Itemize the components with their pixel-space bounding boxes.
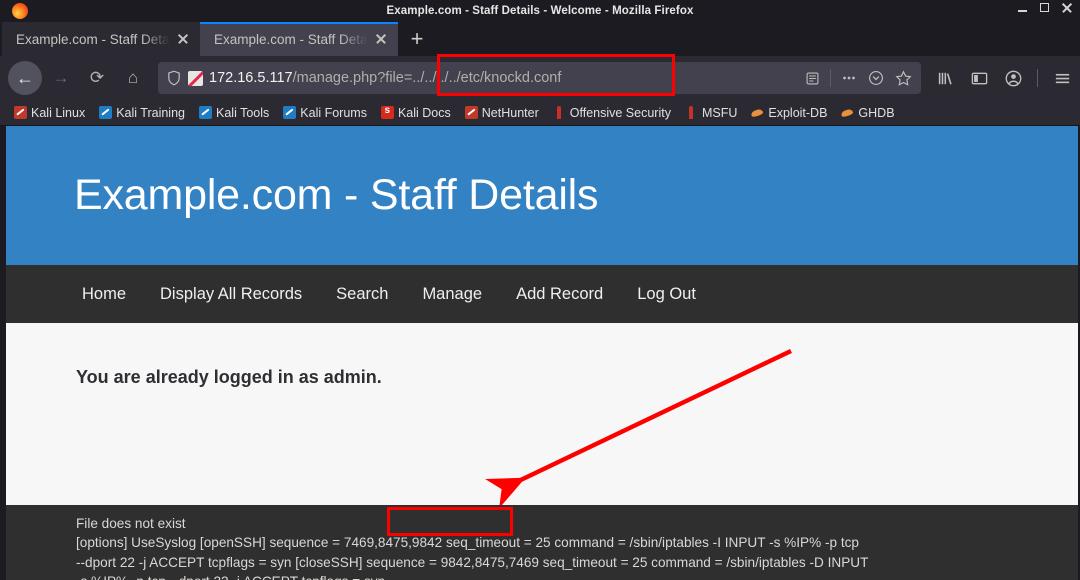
- offensive-security-icon: [553, 106, 566, 119]
- page-actions-icon[interactable]: [840, 69, 858, 87]
- home-button[interactable]: ⌂: [116, 61, 150, 95]
- kali-docs-icon: [380, 105, 394, 119]
- bookmark-nethunter[interactable]: NetHunter: [464, 105, 539, 120]
- kali-forums-icon: [283, 106, 297, 119]
- nav-link-search[interactable]: Search: [336, 285, 388, 304]
- page-viewport: Example.com - Staff Details Home Display…: [0, 126, 1080, 580]
- login-status-message: You are already logged in as admin.: [76, 367, 382, 387]
- star-icon[interactable]: [894, 69, 912, 87]
- nav-link-add-record[interactable]: Add Record: [516, 285, 603, 304]
- bookmark-kali-training[interactable]: Kali Training: [99, 106, 185, 120]
- browser-tab-2[interactable]: Example.com - Staff Details: [200, 22, 398, 56]
- url-host: 172.16.5.117: [209, 70, 293, 86]
- nethunter-icon: [464, 106, 478, 119]
- navigation-toolbar: ← → ⟳ ⌂ 172.16.5.117/manage.php?file=../…: [0, 56, 1080, 100]
- firefox-logo-icon: [12, 3, 28, 19]
- ghdb-icon: [841, 106, 854, 119]
- bookmark-label: GHDB: [858, 105, 895, 120]
- nav-link-manage[interactable]: Manage: [422, 285, 482, 304]
- tab-label: Example.com - Staff Details: [16, 31, 170, 47]
- exploit-db-icon: [751, 106, 764, 119]
- url-path: /manage.php?file=../../../../etc/knockd.…: [292, 70, 562, 86]
- bookmark-label: Exploit-DB: [768, 105, 828, 120]
- page-content: You are already logged in as admin.: [6, 323, 1078, 505]
- output-line: --dport 22 -j ACCEPT tcpflags = syn [clo…: [76, 554, 869, 570]
- browser-tab-1[interactable]: Example.com - Staff Details: [2, 22, 200, 56]
- output-line: File does not exist: [76, 516, 186, 531]
- address-bar[interactable]: 172.16.5.117/manage.php?file=../../../..…: [158, 62, 921, 94]
- tab-close-icon[interactable]: [174, 30, 192, 48]
- tab-label: Example.com - Staff Details: [214, 31, 368, 47]
- close-icon[interactable]: [1061, 2, 1072, 13]
- toolbar-divider: [830, 69, 831, 87]
- page-title: Example.com - Staff Details: [74, 171, 599, 219]
- file-output-panel: File does not exist [options] UseSyslog …: [6, 505, 1078, 580]
- bookmark-offensive-security[interactable]: Offensive Security: [553, 106, 671, 120]
- browser-window: Example.com - Staff Details - Welcome - …: [0, 0, 1080, 580]
- site-header: Example.com - Staff Details: [6, 126, 1078, 265]
- bookmark-label: Kali Forums: [300, 105, 367, 120]
- bookmark-exploit-db[interactable]: Exploit-DB: [751, 106, 827, 120]
- bookmark-kali-linux[interactable]: Kali Linux: [14, 106, 85, 120]
- address-bar-wrapper: 172.16.5.117/manage.php?file=../../../..…: [158, 62, 921, 94]
- reload-button[interactable]: ⟳: [80, 61, 114, 95]
- url-text: 172.16.5.117/manage.php?file=../../../..…: [209, 70, 797, 86]
- bookmark-msfu[interactable]: MSFU: [685, 106, 737, 120]
- bookmark-label: Kali Tools: [216, 105, 270, 120]
- bookmark-label: Kali Docs: [397, 105, 451, 120]
- bookmarks-bar: Kali Linux Kali Training Kali Tools Kali…: [0, 100, 1080, 126]
- nav-link-log-out[interactable]: Log Out: [637, 285, 696, 304]
- address-bar-actions: [803, 69, 915, 87]
- output-line: -s %IP% -p tcp --dport 22 -j ACCEPT tcpf…: [76, 572, 1078, 580]
- kali-training-icon: [99, 106, 113, 119]
- window-title: Example.com - Staff Details - Welcome - …: [386, 5, 694, 17]
- tab-close-icon[interactable]: [372, 30, 390, 48]
- bookmark-label: MSFU: [701, 105, 738, 120]
- msfu-icon: [685, 106, 698, 119]
- bookmark-label: Kali Training: [116, 105, 185, 120]
- library-icon[interactable]: [935, 68, 955, 88]
- bookmark-label: Kali Linux: [31, 105, 86, 120]
- reader-view-icon[interactable]: [803, 69, 821, 87]
- hamburger-menu-icon[interactable]: [1052, 68, 1072, 88]
- maximize-icon[interactable]: [1040, 3, 1049, 12]
- toolbar-divider: [1037, 69, 1038, 87]
- account-icon[interactable]: [1003, 68, 1023, 88]
- kali-tools-icon: [199, 106, 212, 119]
- minimize-icon[interactable]: [1018, 3, 1028, 13]
- tab-bar: Example.com - Staff Details Example.com …: [0, 22, 1080, 56]
- site-navigation: Home Display All Records Search Manage A…: [6, 265, 1078, 323]
- nav-link-display-all-records[interactable]: Display All Records: [160, 285, 302, 304]
- bookmark-kali-tools[interactable]: Kali Tools: [199, 106, 269, 120]
- shield-icon[interactable]: [166, 70, 182, 86]
- back-button[interactable]: ←: [8, 61, 42, 95]
- sidebar-icon[interactable]: [969, 68, 989, 88]
- new-tab-button[interactable]: +: [398, 22, 436, 56]
- bookmark-label: Offensive Security: [569, 105, 671, 120]
- bookmark-label: NetHunter: [481, 105, 539, 120]
- pocket-icon[interactable]: [867, 69, 885, 87]
- forward-button[interactable]: →: [44, 61, 78, 95]
- toolbar-right-icons: [929, 68, 1072, 88]
- insecure-connection-icon[interactable]: [188, 70, 203, 86]
- nav-link-home[interactable]: Home: [82, 285, 126, 304]
- output-line: [options] UseSyslog [openSSH] sequence =…: [76, 535, 859, 551]
- window-controls: [1018, 2, 1072, 13]
- bookmark-kali-forums[interactable]: Kali Forums: [283, 106, 367, 120]
- bookmark-ghdb[interactable]: GHDB: [841, 106, 894, 120]
- kali-dragon-icon: [14, 106, 27, 119]
- title-bar: Example.com - Staff Details - Welcome - …: [0, 0, 1080, 22]
- bookmark-kali-docs[interactable]: Kali Docs: [380, 105, 451, 120]
